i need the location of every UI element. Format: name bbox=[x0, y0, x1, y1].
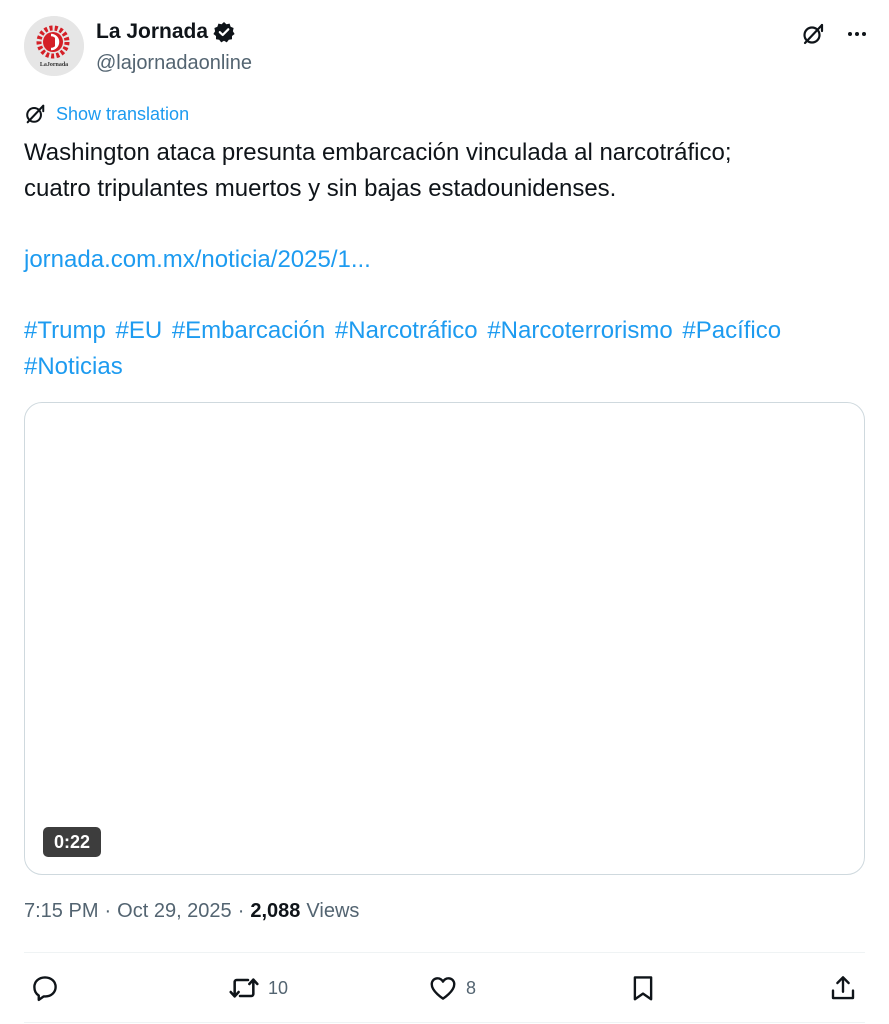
tweet-header: LaJornada La Jornada @lajornadaonline bbox=[24, 16, 869, 78]
hashtag-narcotrafico[interactable]: #Narcotráfico bbox=[335, 317, 478, 344]
tweet-text-line-2: cuatro tripulantes muertos y sin bajas e… bbox=[24, 175, 617, 202]
reply-button[interactable] bbox=[30, 966, 68, 1010]
handle[interactable]: @lajornadaonline bbox=[96, 52, 252, 75]
video-duration-badge: 0:22 bbox=[43, 827, 102, 857]
hashtags: #Trump #EU #Embarcación #Narcotráfico #N… bbox=[24, 313, 869, 385]
hashtag-noticias[interactable]: #Noticias bbox=[24, 353, 123, 380]
bookmark-icon bbox=[633, 976, 653, 1001]
hashtag-eu[interactable]: #EU bbox=[115, 317, 162, 344]
grok-button[interactable] bbox=[801, 22, 825, 46]
grok-icon bbox=[803, 23, 824, 45]
hashtag-pacifico[interactable]: #Pacífico bbox=[682, 317, 781, 344]
views-label: Views bbox=[306, 900, 360, 922]
bookmark-button[interactable] bbox=[628, 966, 666, 1010]
repost-count: 10 bbox=[268, 977, 289, 998]
post-time[interactable]: 7:15 PM bbox=[24, 900, 98, 923]
divider bbox=[24, 952, 865, 953]
repost-button[interactable]: 10 bbox=[228, 966, 288, 1010]
heart-icon bbox=[430, 977, 456, 1000]
reply-icon bbox=[33, 976, 57, 1002]
header-actions bbox=[801, 22, 869, 46]
show-translation-button[interactable]: Show translation bbox=[24, 103, 189, 125]
avatar[interactable]: LaJornada bbox=[24, 16, 84, 76]
tweet-text: Washington ataca presunta embarcación vi… bbox=[24, 135, 869, 207]
name-row: La Jornada bbox=[96, 20, 235, 44]
divider bbox=[24, 1022, 865, 1023]
repost-icon bbox=[229, 978, 259, 998]
share-icon bbox=[831, 976, 855, 1000]
avatar-logo-text: LaJornada bbox=[40, 62, 68, 68]
display-name[interactable]: La Jornada bbox=[96, 20, 208, 44]
hashtag-trump[interactable]: #Trump bbox=[24, 317, 106, 344]
more-options-button[interactable] bbox=[845, 22, 869, 46]
views-count: 2,088 bbox=[250, 900, 301, 922]
show-translation-label: Show translation bbox=[56, 103, 190, 124]
verified-badge-icon[interactable] bbox=[213, 21, 235, 43]
like-button[interactable]: 8 bbox=[428, 966, 476, 1010]
video-player[interactable]: 0:22 bbox=[24, 402, 865, 875]
share-button[interactable] bbox=[828, 966, 866, 1010]
tweet-meta: 7:15 PM · Oct 29, 2025 · 2,088 Views bbox=[24, 900, 359, 923]
meta-separator: · bbox=[237, 900, 245, 922]
hashtag-embarcacion[interactable]: #Embarcación bbox=[172, 317, 325, 344]
grok-translate-icon bbox=[26, 104, 45, 124]
meta-separator: · bbox=[104, 900, 112, 922]
tweet-text-line-1: Washington ataca presunta embarcación vi… bbox=[24, 139, 732, 166]
more-options-icon bbox=[848, 32, 866, 36]
like-count: 8 bbox=[466, 977, 477, 998]
la-jornada-logo-icon: LaJornada bbox=[24, 16, 84, 76]
hashtag-narcoterrorismo[interactable]: #Narcoterrorismo bbox=[487, 317, 672, 344]
article-link[interactable]: jornada.com.mx/noticia/2025/1... bbox=[24, 242, 371, 278]
post-date[interactable]: Oct 29, 2025 bbox=[117, 900, 232, 923]
action-bar: 10 8 bbox=[24, 966, 865, 1010]
